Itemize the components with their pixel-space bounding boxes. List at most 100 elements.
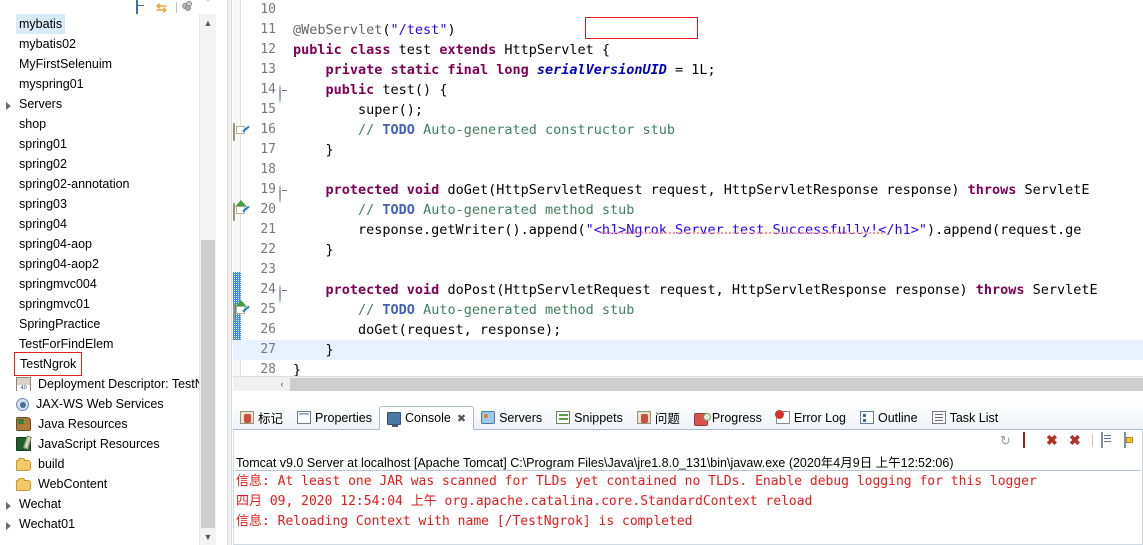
scrollbar-thumb[interactable] [201,240,215,528]
tree-item-servers[interactable]: Servers [0,94,211,114]
chevron-down-icon[interactable] [202,0,217,15]
tree-item-springmvc004[interactable]: springmvc004 [0,274,211,294]
tree-item-wechat01[interactable]: Wechat01 [0,514,211,534]
code-line[interactable]: 25 // TODO Auto-generated method stub [233,300,1143,321]
open-console-icon[interactable] [1101,432,1116,448]
code-text: protected void doGet(HttpServletRequest … [325,182,1090,198]
code-line[interactable]: 24 protected void doPost(HttpServletRequ… [233,280,1143,307]
tab-[interactable]: 问题 [630,406,687,429]
terminate-icon[interactable] [1023,432,1038,448]
line-number: 27 [260,342,276,357]
code-line[interactable]: 11 @WebServlet("/test") [233,20,1143,40]
todo-marker-icon[interactable] [233,202,250,221]
scroll-up-arrow[interactable]: ▲ [200,14,216,31]
pin-console-icon[interactable] [1124,432,1139,448]
code-line[interactable]: 21 response.getWriter().append("<h1>Ngro… [233,220,1143,240]
collapse-all-icon[interactable] [136,0,151,16]
tree-item-build[interactable]: build [0,454,211,474]
expand-arrow-icon[interactable] [6,520,15,530]
tree-item-webcontent[interactable]: WebContent [0,474,211,494]
code-line[interactable]: 16 // TODO Auto-generated constructor st… [233,120,1143,141]
todo-marker-icon[interactable] [233,122,250,141]
tree-item-javascript-resources[interactable]: JavaScript Resources [0,434,211,454]
code-line[interactable]: 14 public test() { [233,80,1143,103]
source-code[interactable]: 10 11 @WebServlet("/test") 12 public class t… [233,0,1143,391]
expand-arrow-icon[interactable] [6,500,15,510]
tab-progress[interactable]: Progress [687,406,769,429]
tab-task-list[interactable]: Task List [925,406,1006,429]
tree-item-wechat[interactable]: Wechat [0,494,211,514]
console-output[interactable]: 信息: At least one JAR was scanned for TLD… [236,472,1141,532]
code-line[interactable]: 20 // TODO Auto-generated method stub [233,200,1143,221]
line-number: 10 [260,2,276,17]
view-menu-icon[interactable] [182,0,197,14]
expand-arrow-icon[interactable] [6,100,15,110]
tree-item-spring04[interactable]: spring04 [0,214,211,234]
project-tree[interactable]: mybatis mybatis02 MyFirstSelenuim myspring0… [0,14,211,545]
tree-item-springmvc01[interactable]: springmvc01 [0,294,211,314]
tree-item-springpractice[interactable]: SpringPractice [0,314,211,334]
tree-item-spring02[interactable]: spring02 [0,154,211,174]
code-line[interactable]: 26 doGet(request, response); [233,320,1143,340]
tree-item-shop[interactable]: shop [0,114,211,134]
tab-snippets[interactable]: Snippets [549,406,630,429]
link-with-editor-icon[interactable]: ⇆ [156,1,171,14]
code-line[interactable]: 12 public class test extends HttpServlet … [233,40,1143,60]
tab-[interactable]: 标记 [233,406,290,429]
tree-item-myspring01[interactable]: myspring01 [0,74,211,94]
code-line[interactable]: 27 } [233,340,1143,360]
tab-console[interactable]: Console ✖ [379,406,475,430]
code-editor[interactable]: 10 11 @WebServlet("/test") 12 public class t… [233,0,1143,405]
code-line[interactable]: 17 } [233,140,1143,160]
tree-item-spring01[interactable]: spring01 [0,134,211,154]
code-line[interactable]: 13 private static final long serialVersi… [233,60,1143,80]
tab-properties[interactable]: Properties [290,406,379,429]
tree-item-jax-ws-web-services[interactable]: JAX-WS Web Services [0,394,211,414]
remove-all-launches-icon[interactable]: ✖ [1069,433,1084,448]
scroll-down-arrow[interactable]: ▼ [200,528,216,545]
code-line[interactable]: 10 [233,0,1143,20]
tree-item-java-resources[interactable]: Java Resources [0,414,211,434]
remove-launch-icon[interactable]: ✖ [1046,433,1061,448]
panel-divider[interactable] [227,0,232,545]
tree-item-spring04-aop2[interactable]: spring04-aop2 [0,254,211,274]
tab-servers[interactable]: Servers [474,406,549,429]
tree-item-mybatis02[interactable]: mybatis02 [0,34,211,54]
editor-horizontal-scrollbar[interactable]: ‹ [233,376,1143,391]
code-line[interactable]: 19 protected void doGet(HttpServletReque… [233,180,1143,207]
todo-marker-icon[interactable] [233,302,250,321]
close-icon[interactable]: ✖ [457,412,466,425]
override-marker-icon[interactable] [233,182,250,207]
view-tab-bar[interactable]: 标记 Properties Console ✖ Servers Snippets 问题 Pro… [233,406,1143,430]
tree-item-mybatis[interactable]: mybatis [0,14,211,34]
tree-item-spring04-aop[interactable]: spring04-aop [0,234,211,254]
tree-item-label: TestForFindElem [19,337,114,351]
fold-collapse-icon[interactable] [279,284,290,303]
tree-item-testforfindelem[interactable]: TestForFindElem [0,334,211,354]
code-line[interactable]: 23 [233,260,1143,280]
tree-item-spring02-annotation[interactable]: spring02-annotation [0,174,211,194]
code-line[interactable]: 18 [233,160,1143,180]
tree-item-label: spring01 [19,137,67,151]
tab-error-log[interactable]: Error Log [769,406,853,429]
tab-outline[interactable]: Outline [853,406,925,429]
fold-collapse-icon[interactable] [279,184,290,203]
hscroll-left-arrow[interactable]: ‹ [275,377,289,391]
relaunch-icon[interactable]: ↻ [1000,433,1015,448]
tab-label: Outline [877,410,918,425]
code-line[interactable]: 22 } [233,240,1143,260]
tree-item-testngrok[interactable]: TestNgrok [0,352,211,376]
explorer-vertical-scrollbar[interactable]: ▲ ▼ [199,14,216,545]
line-number: 23 [260,262,276,277]
code-line[interactable]: 15 super(); [233,100,1143,120]
tree-item-label: springmvc004 [19,277,97,291]
override-marker-icon[interactable] [233,282,250,307]
hscroll-thumb[interactable] [290,378,1143,391]
tree-item-deployment-descriptor-testng[interactable]: Deployment Descriptor: TestNg [0,374,211,394]
tree-item-myfirstselenuim[interactable]: MyFirstSelenuim [0,54,211,74]
tree-item-spring03[interactable]: spring03 [0,194,211,214]
fold-collapse-icon[interactable] [279,84,290,103]
